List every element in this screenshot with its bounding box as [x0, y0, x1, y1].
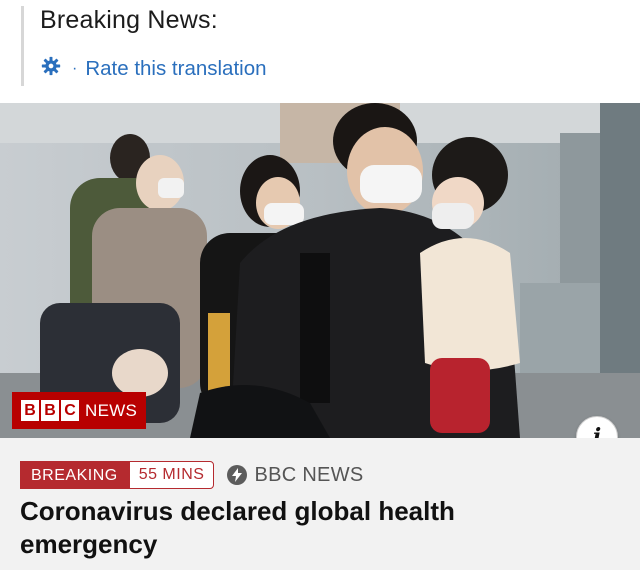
- lightning-bolt-icon: [227, 465, 248, 485]
- bbc-block-c: C: [61, 400, 79, 421]
- rate-translation-link[interactable]: · Rate this translation: [40, 56, 267, 82]
- post-text: Breaking News:: [40, 6, 218, 34]
- article-image[interactable]: B B C NEWS: [0, 103, 640, 438]
- time-tag: 55 MINS: [128, 461, 215, 489]
- bbc-block-b2: B: [41, 400, 59, 421]
- article-card[interactable]: BREAKING 55 MINS BBC NEWS Coronavirus de…: [0, 438, 640, 570]
- breaking-tag: BREAKING: [20, 461, 129, 489]
- bbc-news-watermark: B B C NEWS: [12, 392, 146, 429]
- rate-translation-label: Rate this translation: [85, 57, 267, 80]
- source-label[interactable]: BBC NEWS: [227, 464, 363, 487]
- gear-icon: [40, 55, 62, 83]
- article-tags: BREAKING 55 MINS BBC NEWS: [20, 461, 364, 489]
- quote-divider: [21, 6, 24, 86]
- bbc-block-b1: B: [21, 400, 39, 421]
- source-name: BBC NEWS: [254, 463, 364, 486]
- bbc-news-text: NEWS: [85, 400, 138, 420]
- translated-post: Breaking News: · Rate this translation: [0, 0, 640, 103]
- separator-dot: ·: [72, 60, 78, 77]
- article-headline[interactable]: Coronavirus declared global health emerg…: [20, 495, 580, 561]
